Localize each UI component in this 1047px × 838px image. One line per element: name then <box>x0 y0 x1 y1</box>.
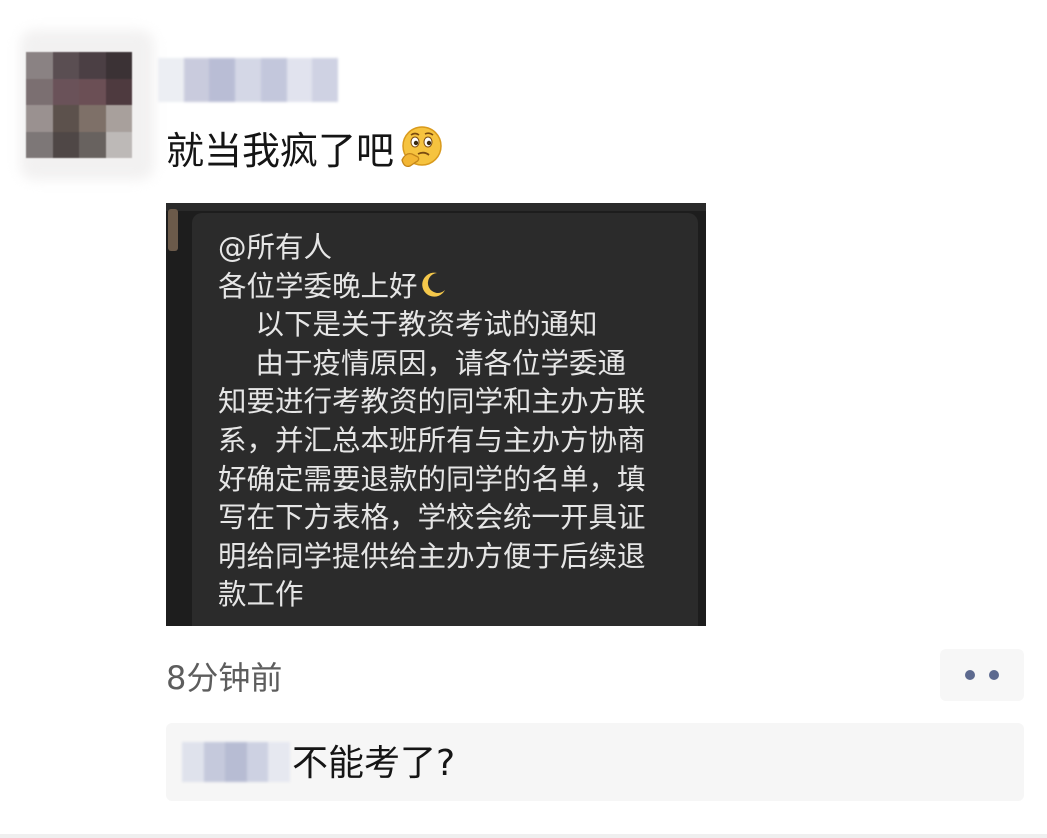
screenshot-top-strip <box>166 203 706 211</box>
screenshot-avatar-edge <box>168 209 178 251</box>
notice-line: 写在下方表格，学校会统一开具证 <box>218 501 646 535</box>
notice-line: 由于疫情原因，请各位学委通 <box>218 346 627 380</box>
notice-line: @所有人 <box>218 231 333 264</box>
notice-line: 各位学委晚上好 <box>218 268 688 307</box>
post-text-label: 就当我疯了吧 <box>166 129 395 173</box>
attached-screenshot[interactable]: @所有人 各位学委晚上好 以下是关于教资考试的通知 由于疫情原因，请各位学委通 … <box>166 203 706 626</box>
notice-line: 以下是关于教资考试的通知 <box>218 308 598 342</box>
notice-line: 系，并汇总本班所有与主办方协商 <box>218 423 646 457</box>
author-avatar[interactable] <box>26 52 132 158</box>
more-dot-icon <box>965 670 975 680</box>
notice-line: 款工作 <box>218 578 304 612</box>
author-name[interactable] <box>158 58 339 102</box>
post-timestamp: 8分钟前 <box>166 659 283 697</box>
notice-line: 好确定需要退款的同学的名单，填 <box>218 462 646 496</box>
more-dot-icon <box>989 670 999 680</box>
commenter-name[interactable] <box>182 742 290 782</box>
more-actions-button[interactable] <box>940 649 1024 701</box>
comment-text[interactable]: 不能考了? <box>292 741 455 787</box>
notice-message: @所有人 各位学委晚上好 以下是关于教资考试的通知 由于疫情原因，请各位学委通 … <box>218 229 688 615</box>
notice-line: 明给同学提供给主办方便于后续退 <box>218 539 646 573</box>
thinking-face-emoji-icon <box>401 126 442 168</box>
post-text: 就当我疯了吧 <box>166 124 444 176</box>
notice-line: 知要进行考教资的同学和主办方联 <box>218 385 646 419</box>
crescent-moon-icon <box>421 272 445 297</box>
divider <box>0 834 1047 838</box>
